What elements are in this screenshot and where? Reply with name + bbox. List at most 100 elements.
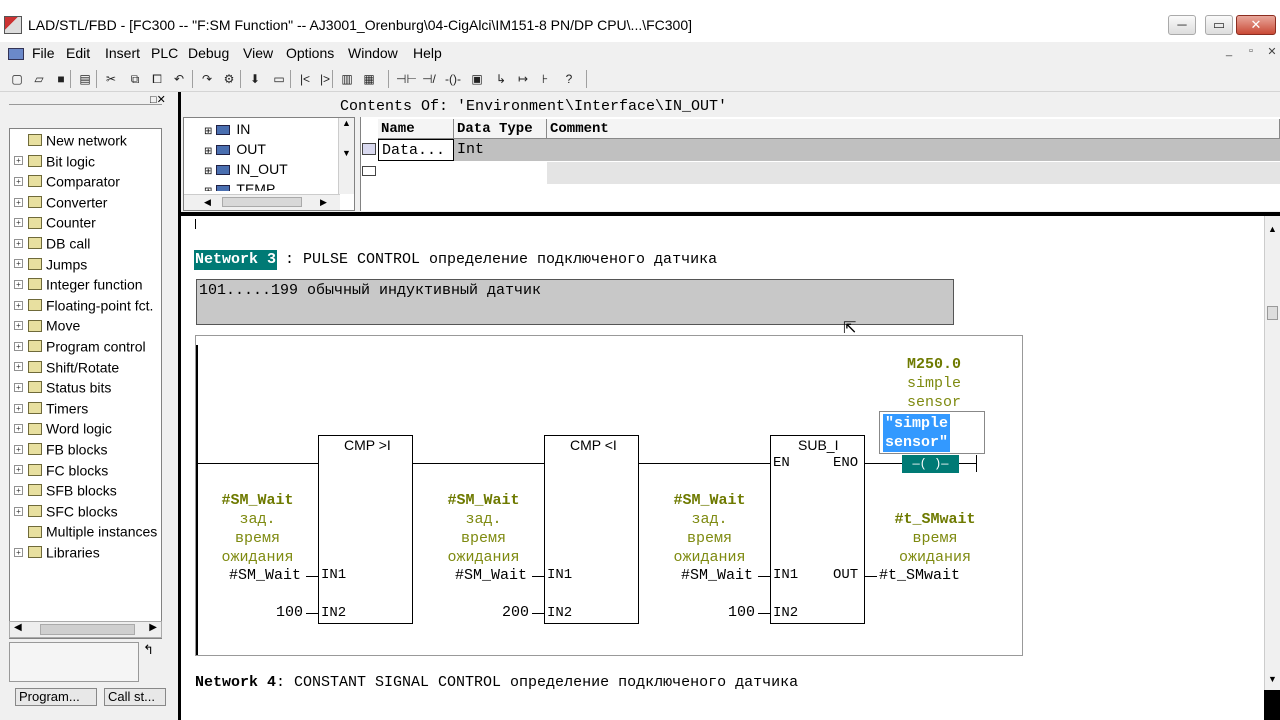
catalog-tree[interactable]: New network + Bit logic + Comparator + Convert… <box>9 128 162 639</box>
interface-item-temp[interactable]: ⊞TEMP <box>204 181 275 191</box>
menu-file[interactable]: File <box>32 45 55 61</box>
operand-value[interactable]: 100 <box>728 604 755 621</box>
catalog-item[interactable]: + Shift/Rotate <box>14 358 119 378</box>
catalog-item[interactable]: + Word logic <box>14 419 112 439</box>
expand-icon[interactable]: + <box>14 506 23 516</box>
catalog-item[interactable]: + SFC blocks <box>14 502 118 522</box>
operand-value[interactable]: #SM_Wait <box>229 567 301 584</box>
print-icon[interactable]: ▤ <box>76 70 94 88</box>
help-icon[interactable]: ? <box>560 70 578 88</box>
table-cell-comment[interactable] <box>547 139 1280 161</box>
menu-edit[interactable]: Edit <box>66 45 90 61</box>
operand-symbol[interactable]: #SM_Wait <box>210 492 305 509</box>
mdi-minimize-button[interactable]: _ <box>1219 45 1239 63</box>
menu-insert[interactable]: Insert <box>105 45 140 61</box>
expand-icon[interactable]: + <box>14 341 23 351</box>
operand-symbol[interactable]: #SM_Wait <box>436 492 531 509</box>
table-cell-type[interactable]: Int <box>454 139 547 161</box>
branch-open-icon[interactable]: ↳ <box>492 70 510 88</box>
catalog-item[interactable]: Multiple instances <box>14 522 157 542</box>
column-header-comment[interactable]: Comment <box>547 119 1280 139</box>
new-icon[interactable]: ▢ <box>8 70 26 88</box>
expand-icon[interactable]: + <box>14 259 23 269</box>
catalog-item[interactable]: + Status bits <box>14 378 111 398</box>
expand-icon[interactable]: + <box>14 238 23 248</box>
table-empty-row[interactable] <box>547 162 1280 184</box>
document-icon[interactable] <box>8 48 24 60</box>
menu-plc[interactable]: PLC <box>151 45 178 61</box>
operand-symbol[interactable]: #SM_Wait <box>662 492 757 509</box>
undo-icon[interactable]: ↶ <box>170 70 188 88</box>
cmp-lt-block[interactable] <box>544 435 639 624</box>
expand-icon[interactable]: + <box>14 156 23 166</box>
app-icon[interactable] <box>4 16 22 34</box>
expand-icon[interactable]: + <box>14 547 23 557</box>
menu-debug[interactable]: Debug <box>188 45 229 61</box>
catalog-horizontal-scrollbar[interactable]: ◀ ▶ <box>9 621 162 638</box>
save-icon[interactable]: ■ <box>52 70 70 88</box>
tab-call-structure[interactable]: Call st... <box>104 688 166 706</box>
operand-value[interactable]: #SM_Wait <box>681 567 753 584</box>
expand-icon[interactable]: + <box>14 197 23 207</box>
close-button[interactable]: ✕ <box>1236 15 1276 35</box>
catalog-item[interactable]: + Program control <box>14 337 146 357</box>
interface-tree-vscroll[interactable]: ▲ ▼ <box>338 118 354 194</box>
tab-program[interactable]: Program... <box>15 688 97 706</box>
branch-close-icon[interactable]: ↦ <box>514 70 532 88</box>
interface-tree[interactable]: ⊞IN ⊞OUT ⊞IN_OUT ⊞TEMP ▲▼ ◀ ▶ <box>183 117 355 211</box>
interface-item-out[interactable]: ⊞ OUT <box>204 141 266 157</box>
menu-help[interactable]: Help <box>413 45 442 61</box>
column-header-name[interactable]: Name <box>378 119 454 139</box>
catalog-item[interactable]: + FB blocks <box>14 440 107 460</box>
column-header-data-type[interactable]: Data Type <box>454 119 547 139</box>
minimize-button[interactable]: ─ <box>1168 15 1196 35</box>
mdi-close-button[interactable]: ✕ <box>1262 45 1280 63</box>
expand-icon[interactable]: + <box>14 465 23 475</box>
cut-icon[interactable]: ✂ <box>102 70 120 88</box>
expand-icon[interactable]: + <box>14 321 23 331</box>
contact-nc-icon[interactable]: ⊣/⊢ <box>420 70 438 104</box>
expand-icon[interactable]: + <box>14 382 23 392</box>
operand-value[interactable]: #SM_Wait <box>455 567 527 584</box>
catalog-item[interactable]: + SFB blocks <box>14 481 117 501</box>
catalog-item[interactable]: + Jumps <box>14 255 87 275</box>
interface-item-in-out[interactable]: ⊞ IN_OUT <box>204 161 288 177</box>
expand-icon[interactable]: + <box>14 485 23 495</box>
network-3-label[interactable]: Network 3 <box>194 250 278 270</box>
menu-options[interactable]: Options <box>286 45 334 61</box>
catalog-item[interactable]: + Timers <box>14 399 88 419</box>
expand-icon[interactable]: + <box>14 218 23 228</box>
pin-icon[interactable]: ↰ <box>143 642 154 658</box>
coil-icon[interactable]: —( )— <box>902 455 959 473</box>
catalog-item[interactable]: + Libraries <box>14 543 100 563</box>
expand-icon[interactable]: + <box>14 403 23 413</box>
output-operand-symbol[interactable]: #t_SMwait <box>880 511 990 528</box>
menu-view[interactable]: View <box>243 45 273 61</box>
catalog-item[interactable]: + Move <box>14 316 80 336</box>
box-icon[interactable]: ▣ <box>468 70 486 88</box>
redo-icon[interactable]: ↷ <box>198 70 216 88</box>
symbol-edit-selection[interactable]: "simple sensor" <box>883 414 951 452</box>
operand-value[interactable]: 100 <box>276 604 303 621</box>
monitor-icon[interactable]: ⚙ <box>220 70 238 88</box>
expand-icon[interactable]: + <box>14 300 23 310</box>
network-4-header[interactable]: Network 4: CONSTANT SIGNAL CONTROL опред… <box>195 674 798 691</box>
catalog-item[interactable]: + Bit logic <box>14 152 95 172</box>
editor-vertical-scrollbar[interactable]: ▲ ▼ <box>1264 216 1280 690</box>
copy-icon[interactable]: ⧉ <box>126 70 144 88</box>
interface-tree-hscroll[interactable]: ◀ ▶ <box>184 194 340 210</box>
catalog-item[interactable]: + Comparator <box>14 172 120 192</box>
connection-icon[interactable]: ⊦ <box>536 70 554 88</box>
paste-icon[interactable]: ⧠ <box>148 70 166 88</box>
overview-icon[interactable]: ▭ <box>270 70 288 88</box>
coil-address[interactable]: M250.0 <box>884 356 984 373</box>
operand-value[interactable]: 200 <box>502 604 529 621</box>
maximize-button[interactable]: ▭ <box>1205 15 1233 35</box>
contact-no-icon[interactable]: ⊣⊢ <box>396 70 417 88</box>
catalog-item[interactable]: + Integer function <box>14 275 143 295</box>
network-icon[interactable]: ▦ <box>360 70 378 88</box>
interface-item-in[interactable]: ⊞ IN <box>204 121 250 137</box>
catalog-item[interactable]: + FC blocks <box>14 461 108 481</box>
open-icon[interactable]: ▱ <box>30 70 48 88</box>
cmp-gt-block[interactable] <box>318 435 413 624</box>
